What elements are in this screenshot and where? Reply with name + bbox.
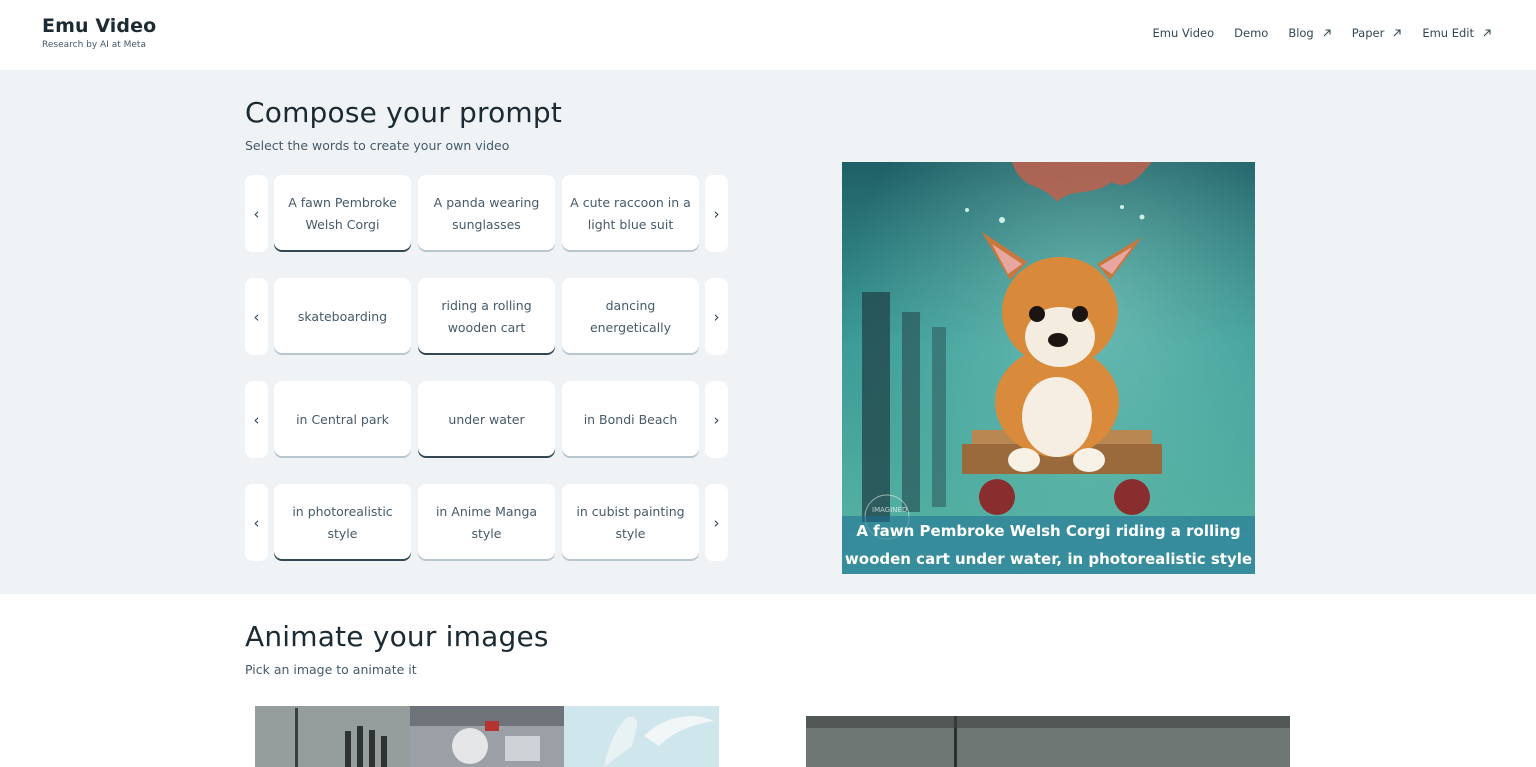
prompt-option-place-under-water[interactable]: under water [418,381,555,458]
animate-section: Animate your images Pick an image to ani… [0,594,1536,767]
compose-subtitle: Select the words to create your own vide… [245,138,510,153]
image-thumbnail-ship[interactable] [255,706,410,767]
compose-section: Compose your prompt Select the words to … [0,70,1536,594]
prompt-option-subject-raccoon[interactable]: A cute raccoon in a light blue suit [562,175,699,252]
top-navigation-bar: Emu Video Research by AI at Meta Emu Vid… [0,0,1536,70]
nav-link-emu-video[interactable]: Emu Video [1153,26,1215,40]
animated-image-preview[interactable] [806,716,1290,767]
nav-link-demo[interactable]: Demo [1234,26,1268,40]
external-link-icon [1393,29,1401,37]
brand-title[interactable]: Emu Video [42,15,156,37]
nav-label: Blog [1288,26,1314,40]
nav-link-emu-edit[interactable]: Emu Edit [1422,26,1492,40]
animate-title: Animate your images [245,620,549,653]
nav-link-paper[interactable]: Paper [1352,26,1403,40]
external-link-icon [1323,29,1331,37]
nav-label: Demo [1234,26,1269,40]
row-3-next-button[interactable]: › [705,381,728,458]
prompt-option-action-dancing[interactable]: dancing energetically [562,278,699,355]
image-thumbnail-pegasus[interactable] [564,706,719,767]
astronaut-image [410,706,565,767]
animate-subtitle: Pick an image to animate it [245,662,417,677]
nav-label: Emu Video [1152,26,1215,40]
prompt-option-place-bondi-beach[interactable]: in Bondi Beach [562,381,699,458]
prompt-option-subject-panda[interactable]: A panda wearing sunglasses [418,175,555,252]
corgi-underwater-illustration: IMAGINED [842,162,1255,574]
prompt-option-style-photorealistic[interactable]: in photorealistic style [274,484,411,561]
pegasus-image [564,706,719,767]
image-thumbnail-astronaut[interactable] [410,706,565,767]
nav-link-blog[interactable]: Blog [1288,26,1331,40]
generated-video-preview[interactable]: IMAGINED A fawn Pembroke Welsh Corgi rid… [842,162,1255,574]
compose-title: Compose your prompt [245,96,563,129]
row-1-next-button[interactable]: › [705,175,728,252]
external-link-icon [1483,29,1491,37]
row-2-prev-button[interactable]: ‹ [245,278,268,355]
row-4-prev-button[interactable]: ‹ [245,484,268,561]
row-2-next-button[interactable]: › [705,278,728,355]
ship-image [255,706,410,767]
prompt-option-action-skateboarding[interactable]: skateboarding [274,278,411,355]
imagined-watermark: IMAGINED [872,506,907,514]
prompt-option-subject-corgi[interactable]: A fawn Pembroke Welsh Corgi [274,175,411,252]
row-4-next-button[interactable]: › [705,484,728,561]
prompt-option-place-central-park[interactable]: in Central park [274,381,411,458]
row-3-prev-button[interactable]: ‹ [245,381,268,458]
animated-scene-image [806,716,1290,767]
prompt-option-style-cubist[interactable]: in cubist painting style [562,484,699,561]
main-nav: Emu Video Demo Blog Paper Emu Edit [1133,26,1493,40]
prompt-option-action-cart[interactable]: riding a rolling wooden cart [418,278,555,355]
prompt-caption: A fawn Pembroke Welsh Corgi riding a rol… [842,516,1255,574]
prompt-option-style-anime[interactable]: in Anime Manga style [418,484,555,561]
brand-subtitle: Research by AI at Meta [42,40,146,50]
nav-label: Emu Edit [1422,26,1474,40]
row-1-prev-button[interactable]: ‹ [245,175,268,252]
nav-label: Paper [1351,26,1385,40]
